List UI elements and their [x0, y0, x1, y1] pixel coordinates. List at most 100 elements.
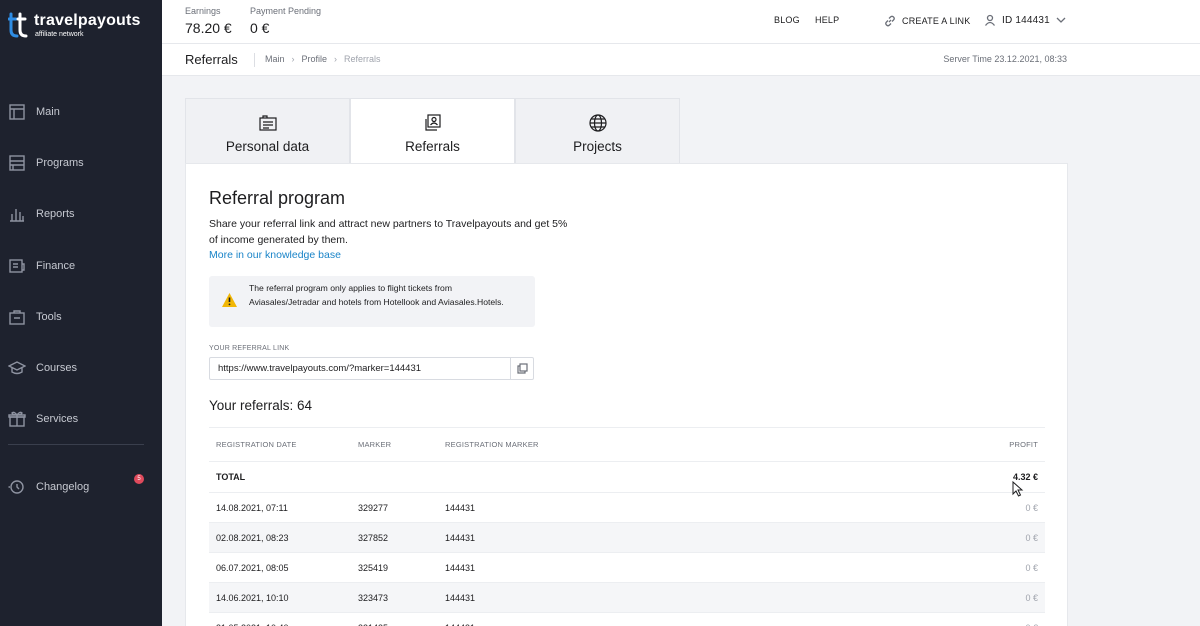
- sidebar-item-label: Changelog: [36, 480, 90, 493]
- knowledge-base-link[interactable]: More in our knowledge base: [209, 249, 341, 261]
- create-link-button[interactable]: CREATE A LINK: [884, 15, 970, 27]
- chevron-down-icon: [1056, 17, 1066, 23]
- blog-label: BLOG: [774, 15, 800, 25]
- cell-marker: 323473: [358, 592, 389, 603]
- sidebar-item-label: Programs: [36, 156, 84, 169]
- breadcrumb-main[interactable]: Main: [265, 54, 285, 64]
- user-icon: [984, 14, 996, 26]
- sidebar-item-main[interactable]: Main: [0, 86, 162, 137]
- referral-link-label: YOUR REFERRAL LINK: [209, 345, 290, 352]
- pending-label: Payment Pending: [250, 6, 322, 16]
- referral-heading: Referral program: [209, 188, 346, 208]
- help-label: HELP: [815, 15, 840, 25]
- sidebar-item-label: Main: [36, 105, 60, 118]
- sidebar-item-changelog[interactable]: Changelog 5: [0, 461, 162, 512]
- blog-link[interactable]: BLOG: [774, 15, 800, 25]
- link-icon: [885, 15, 895, 27]
- tab-personal-data[interactable]: Personal data: [185, 98, 350, 164]
- services-icon: [8, 412, 26, 428]
- changelog-icon: [8, 479, 24, 494]
- sidebar-item-label: Services: [36, 413, 79, 426]
- main-icon: [9, 103, 25, 120]
- copy-button[interactable]: [510, 357, 534, 380]
- travelpayouts-logo-icon: [8, 12, 28, 38]
- header-divider: [254, 53, 255, 67]
- page-header: Referrals Main › Profile › Referrals Ser…: [162, 44, 1200, 76]
- table-row: 14.06.2021, 10:10 323473 144431 0 €: [209, 583, 1045, 613]
- earnings-label: Earnings: [185, 6, 221, 16]
- cell-marker: 327852: [358, 532, 389, 543]
- breadcrumb-current: Referrals: [344, 54, 381, 64]
- sidebar-item-tools[interactable]: Tools: [0, 291, 162, 342]
- tab-label: Projects: [573, 139, 622, 154]
- sidebar-nav: Main Programs Reports Finance Tools Cour…: [0, 86, 162, 445]
- breadcrumb: Main › Profile › Referrals: [265, 54, 381, 64]
- mouse-cursor-icon: [1012, 481, 1024, 497]
- tools-icon: [9, 310, 25, 325]
- finance-icon: [9, 258, 25, 273]
- cell-profit: 0 €: [1025, 532, 1038, 543]
- cell-registration-marker: 144431: [445, 592, 476, 603]
- cell-marker: 329277: [358, 502, 389, 513]
- tab-label: Referrals: [405, 139, 460, 154]
- table-row: 31.05.2021, 10:40 321435 144431 0 €: [209, 613, 1045, 626]
- cell-date: 14.06.2021, 10:10: [216, 592, 289, 603]
- cell-registration-marker: 144431: [445, 613, 475, 626]
- column-header-profit[interactable]: PROFIT: [1009, 428, 1038, 461]
- cell-registration-marker: 144431: [445, 562, 476, 573]
- sidebar-item-label: Courses: [36, 362, 77, 375]
- sidebar-item-services[interactable]: Services: [0, 394, 162, 445]
- tab-label: Personal data: [225, 139, 310, 154]
- table-row: 06.07.2021, 08:05 325419 144431 0 €: [209, 553, 1045, 583]
- topbar: Earnings 78.20 € Payment Pending 0 € BLO…: [162, 0, 1200, 44]
- tab-referrals[interactable]: Referrals: [350, 98, 515, 164]
- sidebar-divider: [8, 444, 144, 445]
- programs-icon: [9, 155, 25, 171]
- sidebar-item-programs[interactable]: Programs: [0, 137, 162, 188]
- cell-profit: 0 €: [1025, 562, 1038, 573]
- referral-link-input[interactable]: [209, 357, 511, 380]
- table-header: REGISTRATION DATE MARKER REGISTRATION MA…: [209, 427, 1045, 462]
- earnings-value: 78.20 €: [185, 20, 232, 36]
- earnings-block: Earnings 78.20 €: [185, 6, 232, 37]
- table-row: 02.08.2021, 08:23 327852 144431 0 €: [209, 523, 1045, 553]
- profile-tabs: Personal data Referrals Projects: [185, 98, 680, 164]
- sidebar-item-courses[interactable]: Courses: [0, 342, 162, 393]
- sidebar: travelpayouts affiliate network Main Pro…: [0, 0, 162, 626]
- breadcrumb-profile[interactable]: Profile: [302, 54, 328, 64]
- referral-notice: The referral program only applies to fli…: [209, 276, 535, 327]
- sidebar-item-label: Reports: [36, 208, 75, 221]
- copy-icon: [516, 363, 528, 374]
- cell-registration-marker: 144431: [445, 502, 476, 513]
- changelog-badge: 5: [134, 474, 144, 484]
- create-link-label: CREATE A LINK: [902, 16, 971, 26]
- user-menu[interactable]: ID 144431: [984, 14, 1066, 26]
- tab-projects[interactable]: Projects: [515, 98, 680, 164]
- sidebar-item-finance[interactable]: Finance: [0, 240, 162, 291]
- pending-value: 0 €: [250, 20, 270, 36]
- table-total-row: TOTAL 4.32 €: [209, 462, 1045, 493]
- cell-date: 02.08.2021, 08:23: [216, 532, 289, 543]
- referral-icon: [424, 114, 441, 131]
- user-id: ID 144431: [1002, 14, 1050, 26]
- notice-text: The referral program only applies to fli…: [249, 283, 504, 307]
- total-label: TOTAL: [216, 472, 246, 482]
- cell-marker: 321435: [358, 613, 388, 626]
- logo[interactable]: travelpayouts affiliate network: [8, 10, 141, 42]
- column-header-registration-marker[interactable]: REGISTRATION MARKER: [445, 428, 539, 461]
- referral-card: Referral program Share your referral lin…: [185, 163, 1068, 626]
- column-header-date[interactable]: REGISTRATION DATE: [216, 428, 297, 461]
- cell-registration-marker: 144431: [445, 532, 476, 543]
- reports-icon: [10, 209, 24, 222]
- referrals-count-heading: Your referrals: 64: [209, 398, 313, 413]
- warning-icon: [222, 293, 237, 307]
- help-link[interactable]: HELP: [815, 15, 839, 25]
- cell-date: 06.07.2021, 08:05: [216, 562, 289, 573]
- sidebar-item-reports[interactable]: Reports: [0, 189, 162, 240]
- table-row: 14.08.2021, 07:11 329277 144431 0 €: [209, 493, 1045, 523]
- courses-icon: [8, 361, 26, 375]
- sidebar-item-label: Finance: [36, 259, 76, 272]
- breadcrumb-chevron-icon: ›: [334, 54, 338, 64]
- cell-profit: 0 €: [1025, 613, 1038, 626]
- column-header-marker[interactable]: MARKER: [358, 428, 391, 461]
